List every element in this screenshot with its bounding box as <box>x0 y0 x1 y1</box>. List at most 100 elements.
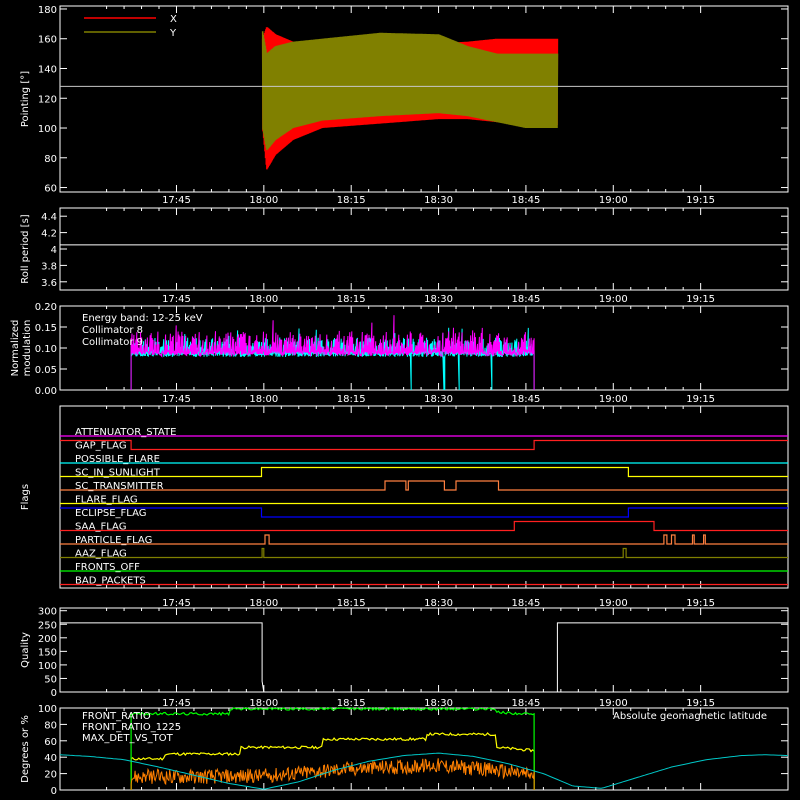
x-tick-label: 18:15 <box>337 195 366 206</box>
x-tick-label: 19:00 <box>599 698 628 709</box>
y-tick-label: 20 <box>44 770 57 781</box>
x-tick-label: 18:15 <box>337 294 366 305</box>
flag-label-eclipse-flag: ECLIPSE_FLAG <box>75 508 146 519</box>
modulation-panel: 17:45 18:00 18:15 18:30 18:45 19:00 19:15 0.00 0… <box>10 302 789 405</box>
y-axis-label: modulation <box>22 320 33 377</box>
x-tick-label: 19:15 <box>686 394 715 405</box>
x-tick-label: 18:45 <box>512 195 541 206</box>
x-tick-label: 18:30 <box>424 598 453 609</box>
flag-label-bad-packets: BAD_PACKETS <box>75 576 146 587</box>
legend-label-front-ratio-1225: FRONT_RATIO_1225 <box>82 722 181 733</box>
flag-label-attenuator-state: ATTENUATOR_STATE <box>75 427 176 438</box>
y-axis-label: Roll period [s] <box>20 214 31 283</box>
quality-line <box>60 622 788 693</box>
x-tick-label: 18:45 <box>512 394 541 405</box>
x-tick-label: 18:00 <box>249 394 278 405</box>
y-tick-label: 0.15 <box>35 323 57 334</box>
legend-label-collimator-8: Collimator 8 <box>82 325 143 336</box>
geomagnetic-latitude-label: Absolute geomagnetic latitude <box>613 711 767 722</box>
y-tick-label: 40 <box>44 753 57 764</box>
legend-label-front-ratio: FRONT_RATIO <box>82 711 151 722</box>
y-tick-label: 80 <box>44 720 57 731</box>
x-tick-label: 19:15 <box>686 294 715 305</box>
series-collimator-8-line <box>130 327 535 391</box>
flag-line-eclipse-flag <box>60 507 788 518</box>
flag-label-saa-flag: SAA_FLAG <box>75 522 126 533</box>
y-tick-label: 0 <box>51 688 57 699</box>
flag-line-aaz-flag <box>60 547 788 559</box>
x-tick-label: 18:00 <box>249 195 278 206</box>
y-axis-label: Normalized <box>10 320 21 377</box>
flag-label-possible-flare: POSSIBLE_FLARE <box>75 454 160 465</box>
x-tick-label: 19:15 <box>686 598 715 609</box>
legend-label-max-det-vs-tot: MAX_DET_VS_TOT <box>82 733 174 744</box>
x-tick-label: 19:00 <box>599 195 628 206</box>
x-tick-label: 18:15 <box>337 598 366 609</box>
energy-band-label: Energy band: 12-25 keV <box>82 313 203 324</box>
y-tick-label: 160 <box>38 35 57 46</box>
y-tick-label: 0.00 <box>35 386 57 397</box>
x-tick-label: 18:00 <box>249 698 278 709</box>
y-tick-label: 100 <box>38 124 57 135</box>
flag-label-gap-flag: GAP_FLAG <box>75 441 127 452</box>
x-tick-label: 18:00 <box>249 598 278 609</box>
y-tick-label: 4.4 <box>41 212 57 223</box>
y-tick-label: 100 <box>38 704 57 715</box>
y-tick-label: 0.05 <box>35 365 57 376</box>
flag-line-sc-transmitter <box>60 480 788 491</box>
flag-label-particle-flag: PARTICLE_FLAG <box>75 535 152 546</box>
y-tick-label: 3.8 <box>41 261 57 272</box>
y-tick-label: 3.6 <box>41 278 57 289</box>
flag-line-saa-flag <box>60 520 788 532</box>
x-tick-label: 17:45 <box>162 598 191 609</box>
y-tick-label: 80 <box>44 154 57 165</box>
flag-label-sc-in-sunlight: SC_IN_SUNLIGHT <box>75 468 161 479</box>
x-tick-label: 18:30 <box>424 195 453 206</box>
y-tick-label: 300 <box>38 607 57 618</box>
flag-label-fronts-off: FRONTS_OFF <box>75 562 140 573</box>
y-tick-label: 60 <box>44 184 57 195</box>
y-tick-label: 150 <box>38 647 57 658</box>
panel-frame <box>59 207 789 291</box>
x-tick-label: 17:45 <box>162 698 191 709</box>
y-axis-label: Degrees or % <box>20 715 31 783</box>
y-tick-label: 50 <box>44 674 57 685</box>
x-tick-label: 19:15 <box>686 698 715 709</box>
x-tick-label: 17:45 <box>162 195 191 206</box>
flag-line-gap-flag <box>60 439 788 451</box>
legend-label-x: X <box>170 14 177 25</box>
roll-period-panel: 17:45 18:00 18:15 18:30 18:45 19:00 19:15 3.6 3.… <box>20 207 789 305</box>
observing-summary-plot: 17:45 18:00 18:15 18:30 18:45 19:00 19:15 60 80 1… <box>10 5 789 797</box>
flag-label-flare-flag: FLARE_FLAG <box>75 495 138 506</box>
y-tick-label: 250 <box>38 620 57 631</box>
x-tick-label: 19:15 <box>686 195 715 206</box>
legend-label-collimator-9: Collimator 9 <box>82 337 143 348</box>
legend-label-y: Y <box>169 28 177 39</box>
y-tick-label: 200 <box>38 634 57 645</box>
y-tick-label: 0.20 <box>35 302 57 313</box>
x-tick-label: 18:45 <box>512 598 541 609</box>
x-tick-label: 18:45 <box>512 294 541 305</box>
x-tick-label: 19:00 <box>599 598 628 609</box>
x-tick-label: 19:00 <box>599 294 628 305</box>
x-tick-label: 18:30 <box>424 294 453 305</box>
y-tick-label: 4 <box>51 245 57 256</box>
y-tick-label: 0 <box>51 786 57 797</box>
y-tick-label: 4.2 <box>41 229 57 240</box>
y-axis-label: Flags <box>20 484 31 510</box>
x-tick-label: 18:45 <box>512 698 541 709</box>
x-tick-label: 18:15 <box>337 698 366 709</box>
flags-panel: 17:45 18:00 18:15 18:30 18:45 19:00 19:15 Flags… <box>20 405 789 609</box>
y-tick-label: 120 <box>38 94 57 105</box>
flag-label-sc-transmitter: SC_TRANSMITTER <box>75 481 164 492</box>
y-axis-label: Quality <box>20 632 31 668</box>
x-tick-label: 18:30 <box>424 394 453 405</box>
pointing-panel: 17:45 18:00 18:15 18:30 18:45 19:00 19:15 60 80 1… <box>20 5 789 206</box>
y-tick-label: 0.10 <box>35 344 57 355</box>
y-tick-label: 140 <box>38 64 57 75</box>
series-front-ratio-line <box>130 731 535 790</box>
flag-line-sc-in-sunlight <box>60 466 788 478</box>
geomagnetic-panel: 0 20 40 60 80 100 Degrees or % FRONT_RATIOFRONT… <box>20 704 789 797</box>
quality-panel: 17:45 18:00 18:15 18:30 18:45 19:00 19:1505010… <box>20 607 789 709</box>
x-tick-label: 19:00 <box>599 394 628 405</box>
